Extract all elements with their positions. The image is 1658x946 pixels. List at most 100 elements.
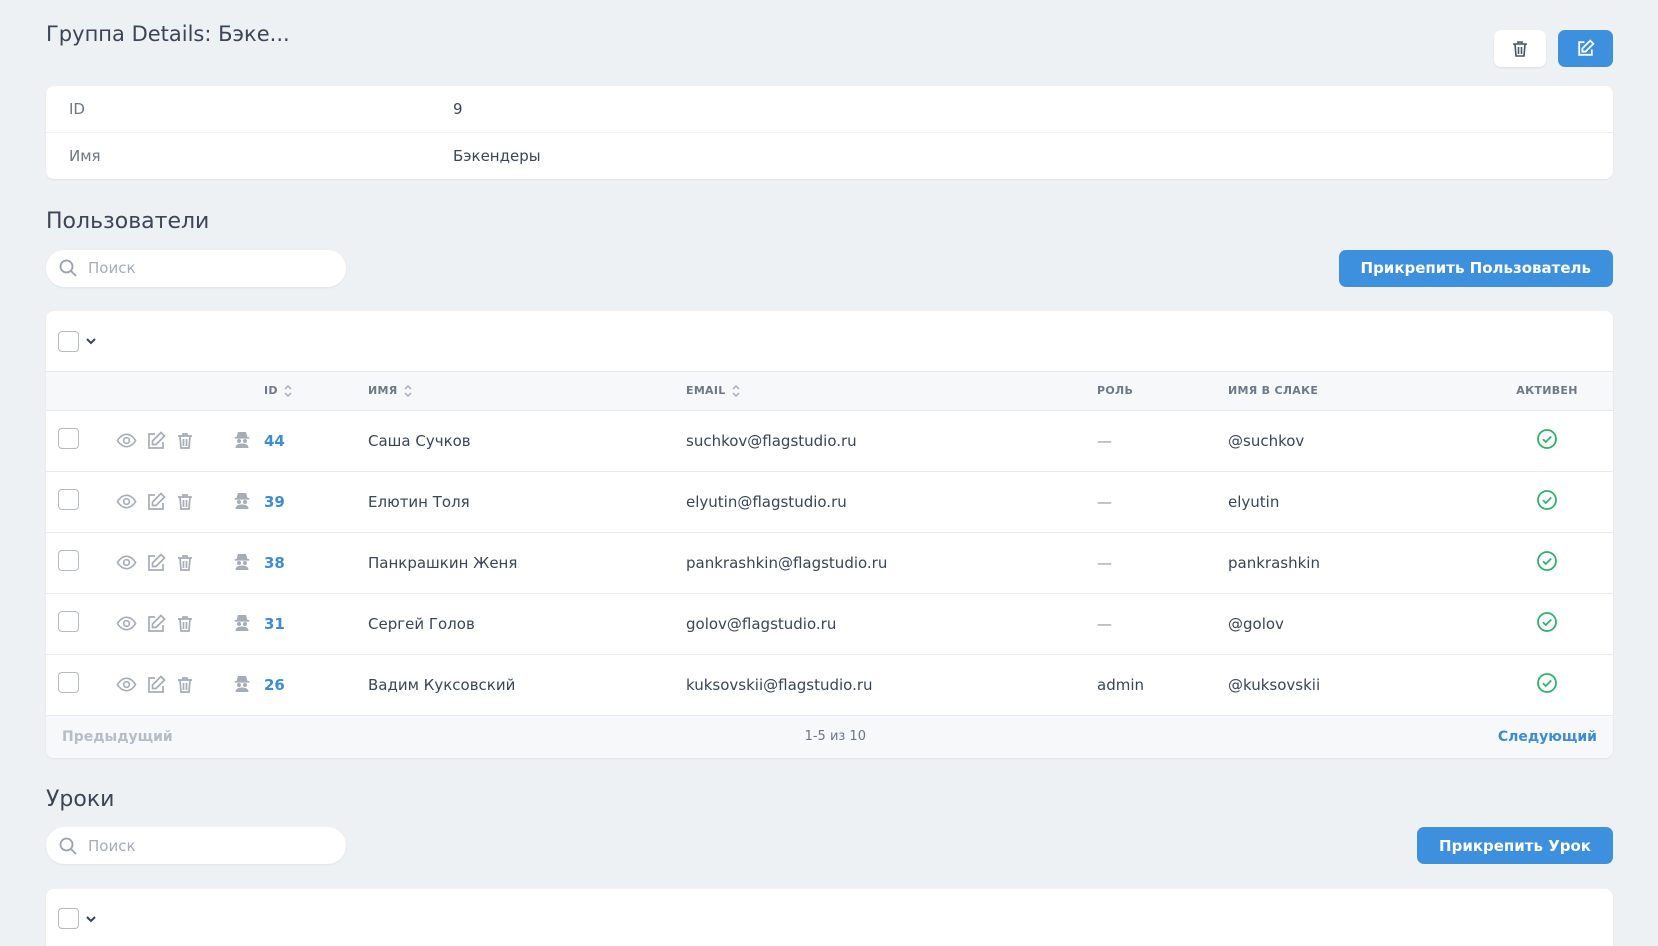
lessons-search-input[interactable] bbox=[88, 836, 318, 855]
table-row: 39 Елютин Толя elyutin@flagstudio.ru — e… bbox=[46, 471, 1613, 533]
row-checkbox[interactable] bbox=[58, 428, 79, 449]
users-section-title: Пользователи bbox=[46, 209, 210, 234]
row-actions bbox=[116, 674, 234, 695]
edit-icon[interactable] bbox=[146, 430, 166, 451]
trash-icon[interactable] bbox=[175, 553, 195, 573]
attach-lesson-button[interactable]: Прикрепить Урок bbox=[1417, 827, 1613, 864]
user-email: elyutin@flagstudio.ru bbox=[686, 471, 1097, 533]
column-header-slack: ИМЯ В СЛАКЕ bbox=[1228, 372, 1481, 411]
header-actions bbox=[1494, 30, 1613, 67]
search-icon bbox=[59, 259, 77, 277]
column-header-email[interactable]: EMAIL bbox=[686, 372, 1097, 411]
users-table-card: ID ИМЯ EMAIL РОЛЬ ИМЯ В СЛАКЕ АКТИВЕН 44… bbox=[46, 311, 1613, 758]
view-icon[interactable] bbox=[116, 491, 137, 512]
user-role: — bbox=[1097, 410, 1228, 472]
attach-user-button[interactable]: Прикрепить Пользователь bbox=[1338, 249, 1613, 287]
user-id-link[interactable]: 26 bbox=[264, 676, 285, 694]
detail-label: Имя bbox=[69, 147, 101, 165]
lessons-search bbox=[46, 827, 346, 864]
user-id-link[interactable]: 38 bbox=[264, 554, 285, 572]
lessons-table-card bbox=[46, 888, 1613, 946]
impersonate-icon[interactable] bbox=[234, 430, 250, 448]
edit-icon[interactable] bbox=[146, 552, 166, 573]
user-slack: pankrashkin bbox=[1228, 532, 1481, 594]
view-icon[interactable] bbox=[116, 552, 137, 573]
sort-icon[interactable] bbox=[731, 384, 741, 398]
user-slack: @golov bbox=[1228, 593, 1481, 655]
users-toolbar: Прикрепить Пользователь bbox=[46, 249, 1613, 287]
user-email: pankrashkin@flagstudio.ru bbox=[686, 532, 1097, 594]
user-email: suchkov@flagstudio.ru bbox=[686, 410, 1097, 472]
delete-group-button[interactable] bbox=[1494, 30, 1546, 67]
previous-page-button[interactable]: Предыдущий bbox=[62, 729, 173, 745]
trash-icon[interactable] bbox=[175, 614, 195, 634]
page-header: Группа Details: Бэке... bbox=[46, 0, 1613, 86]
row-checkbox[interactable] bbox=[58, 550, 79, 571]
detail-row-id: ID 9 bbox=[46, 86, 1613, 132]
user-role: — bbox=[1097, 471, 1228, 533]
select-all-checkbox[interactable] bbox=[58, 908, 79, 929]
edit-icon[interactable] bbox=[146, 613, 166, 634]
row-actions bbox=[116, 491, 234, 512]
view-icon[interactable] bbox=[116, 430, 137, 451]
user-name: Елютин Толя bbox=[368, 471, 686, 533]
column-header-id[interactable]: ID bbox=[264, 372, 368, 411]
check-circle-icon bbox=[1536, 489, 1558, 511]
impersonate-icon[interactable] bbox=[234, 613, 250, 631]
row-actions bbox=[116, 613, 234, 634]
row-checkbox[interactable] bbox=[58, 672, 79, 693]
pagination-info: 1-5 из 10 bbox=[804, 729, 866, 744]
user-role: — bbox=[1097, 532, 1228, 594]
user-name: Панкрашкин Женя bbox=[368, 532, 686, 594]
user-name: Вадим Куксовский bbox=[368, 654, 686, 716]
trash-icon[interactable] bbox=[175, 492, 195, 512]
select-all-checkbox[interactable] bbox=[58, 330, 79, 352]
user-id-link[interactable]: 39 bbox=[264, 493, 285, 511]
chevron-down-icon[interactable] bbox=[85, 913, 97, 925]
user-slack: elyutin bbox=[1228, 471, 1481, 533]
edit-group-button[interactable] bbox=[1558, 30, 1613, 67]
table-row: 26 Вадим Куксовский kuksovskii@flagstudi… bbox=[46, 654, 1613, 716]
detail-label: ID bbox=[69, 100, 85, 118]
column-header-name[interactable]: ИМЯ bbox=[368, 372, 686, 411]
impersonate-icon[interactable] bbox=[234, 674, 250, 692]
user-name: Саша Сучков bbox=[368, 410, 686, 472]
detail-value: Бэкендеры bbox=[453, 147, 541, 165]
users-search-input[interactable] bbox=[88, 259, 318, 277]
users-table: ID ИМЯ EMAIL РОЛЬ ИМЯ В СЛАКЕ АКТИВЕН 44… bbox=[46, 372, 1613, 716]
table-header-row: ID ИМЯ EMAIL РОЛЬ ИМЯ В СЛАКЕ АКТИВЕН bbox=[46, 372, 1613, 411]
detail-value: 9 bbox=[453, 100, 463, 118]
user-id-link[interactable]: 44 bbox=[264, 432, 285, 450]
user-slack: @suchkov bbox=[1228, 410, 1481, 472]
impersonate-icon[interactable] bbox=[234, 491, 250, 509]
lessons-section-title: Уроки bbox=[46, 786, 115, 812]
user-email: kuksovskii@flagstudio.ru bbox=[686, 654, 1097, 716]
view-icon[interactable] bbox=[116, 613, 137, 634]
details-card: ID 9 Имя Бэкендеры bbox=[46, 86, 1613, 179]
table-row: 44 Саша Сучков suchkov@flagstudio.ru — @… bbox=[46, 410, 1613, 472]
edit-icon[interactable] bbox=[146, 674, 166, 695]
row-checkbox[interactable] bbox=[58, 489, 79, 510]
check-circle-icon bbox=[1536, 672, 1558, 694]
next-page-button[interactable]: Следующий bbox=[1498, 729, 1597, 745]
edit-icon[interactable] bbox=[146, 491, 166, 512]
user-id-link[interactable]: 31 bbox=[264, 615, 285, 633]
trash-icon[interactable] bbox=[175, 675, 195, 695]
trash-icon bbox=[1513, 40, 1527, 57]
row-checkbox[interactable] bbox=[58, 611, 79, 632]
table-row: 31 Сергей Голов golov@flagstudio.ru — @g… bbox=[46, 593, 1613, 655]
check-circle-icon bbox=[1536, 550, 1558, 572]
chevron-down-icon[interactable] bbox=[85, 335, 97, 347]
user-role: admin bbox=[1097, 654, 1228, 716]
check-circle-icon bbox=[1536, 611, 1558, 633]
page: Группа Details: Бэке... ID 9 Имя Бэкенде… bbox=[0, 0, 1658, 946]
user-role: — bbox=[1097, 593, 1228, 655]
view-icon[interactable] bbox=[116, 674, 137, 695]
sort-icon[interactable] bbox=[403, 384, 413, 398]
table-row: 38 Панкрашкин Женя pankrashkin@flagstudi… bbox=[46, 532, 1613, 594]
table-bulk-select bbox=[46, 889, 1613, 946]
users-search bbox=[46, 249, 346, 287]
sort-icon[interactable] bbox=[283, 384, 293, 398]
trash-icon[interactable] bbox=[175, 431, 195, 451]
impersonate-icon[interactable] bbox=[234, 552, 250, 570]
